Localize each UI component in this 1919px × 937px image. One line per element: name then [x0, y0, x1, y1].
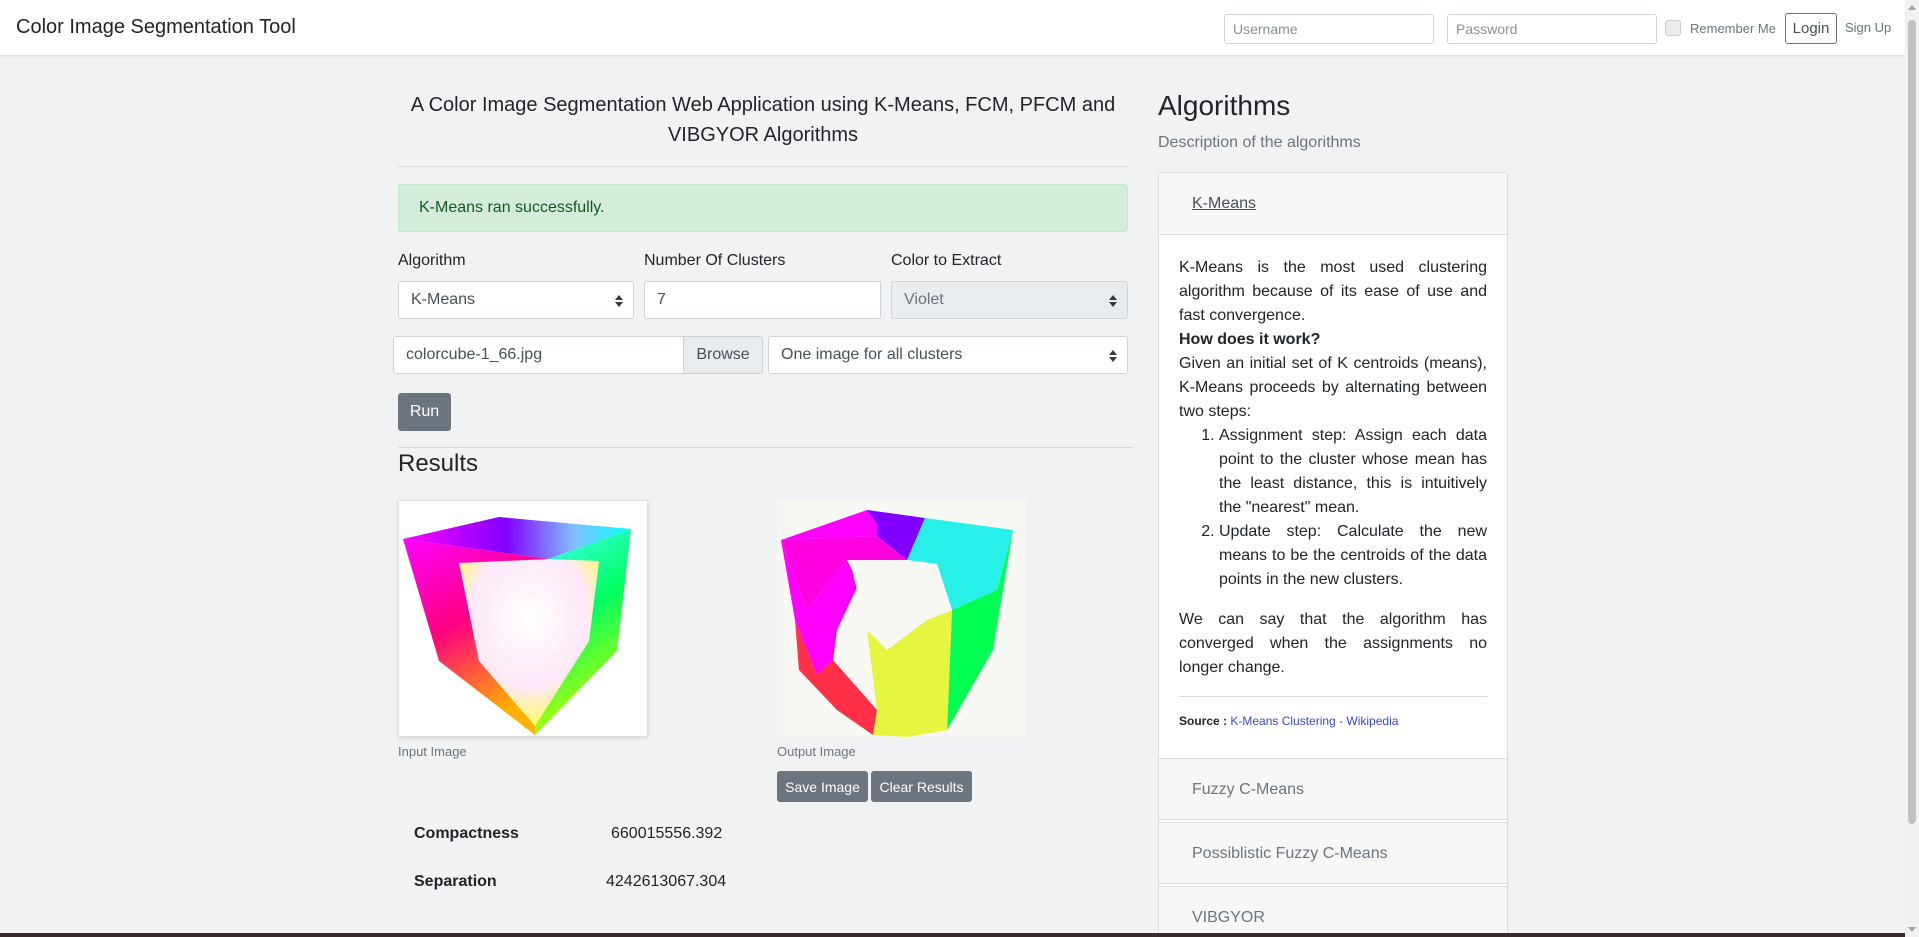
- divider: [398, 447, 1133, 448]
- kmeans-step: Update step: Calculate the new means to …: [1219, 520, 1487, 592]
- brand-title[interactable]: Color Image Segmentation Tool: [16, 16, 296, 39]
- metric-value-separation: 4242613067.304: [606, 873, 727, 890]
- browse-button[interactable]: Browse: [683, 336, 763, 374]
- username-input[interactable]: [1224, 14, 1434, 44]
- scrollbar[interactable]: [1905, 0, 1919, 937]
- output-caption: Output Image: [777, 744, 856, 759]
- accordion-fuzzy-c-means[interactable]: Fuzzy C-Means: [1159, 758, 1507, 820]
- accordion-kmeans[interactable]: K-Means: [1159, 173, 1507, 235]
- clusters-input[interactable]: 7: [644, 281, 881, 319]
- remember-checkbox[interactable]: [1665, 20, 1681, 36]
- metric-value-compactness: 660015556.392: [611, 825, 723, 842]
- page-heading: A Color Image Segmentation Web Applicati…: [398, 90, 1128, 150]
- scroll-down-icon[interactable]: [1908, 927, 1916, 932]
- password-input[interactable]: [1447, 14, 1657, 44]
- color-label: Color to Extract: [891, 252, 1002, 269]
- kmeans-intro: K-Means is the most used clustering algo…: [1179, 259, 1487, 324]
- taskbar-strip: [0, 933, 1905, 937]
- algorithm-label: Algorithm: [398, 252, 466, 269]
- file-input[interactable]: colorcube-1_66.jpg: [393, 336, 684, 374]
- color-value: Violet: [904, 291, 944, 308]
- algorithm-value: K-Means: [411, 291, 476, 308]
- clusters-label: Number Of Clusters: [644, 252, 786, 269]
- algorithms-subtitle: Description of the algorithms: [1158, 134, 1361, 151]
- file-name: colorcube-1_66.jpg: [406, 346, 543, 363]
- kmeans-conclusion: We can say that the algorithm has conver…: [1179, 611, 1487, 676]
- login-button[interactable]: Login: [1785, 13, 1837, 44]
- accordion-possiblistic-fuzzy-c-means[interactable]: Possiblistic Fuzzy C-Means: [1159, 822, 1507, 884]
- run-button[interactable]: Run: [398, 393, 451, 431]
- kmeans-steps: Assignment step: Assign each data point …: [1179, 424, 1487, 592]
- save-image-button[interactable]: Save Image: [777, 771, 868, 802]
- kmeans-description: K-Means is the most used clustering algo…: [1179, 256, 1487, 733]
- algorithm-select[interactable]: K-Means: [398, 281, 634, 319]
- scrollbar-thumb[interactable]: [1908, 20, 1916, 824]
- metric-label-compactness: Compactness: [414, 825, 519, 842]
- remember-me[interactable]: Remember Me: [1665, 20, 1776, 36]
- scroll-up-icon[interactable]: [1908, 5, 1916, 10]
- kmeans-how-text: Given an initial set of K centroids (mea…: [1179, 355, 1487, 420]
- heading-line-2: VIBGYOR Algorithms: [667, 124, 859, 146]
- output-mode-value: One image for all clusters: [781, 346, 963, 363]
- color-select[interactable]: Violet: [891, 281, 1128, 319]
- algorithms-accordion: K-Means K-Means is the most used cluster…: [1158, 172, 1508, 937]
- divider: [398, 166, 1128, 167]
- output-segmented-cube-image: [781, 510, 1013, 737]
- navbar: Color Image Segmentation Tool Remember M…: [0, 0, 1905, 56]
- input-caption: Input Image: [398, 744, 467, 759]
- output-mode-select[interactable]: One image for all clusters: [768, 336, 1128, 374]
- metric-label-separation: Separation: [414, 873, 497, 890]
- kmeans-step: Assignment step: Assign each data point …: [1219, 424, 1487, 520]
- output-image: [777, 500, 1027, 737]
- source-label: Source :: [1179, 714, 1228, 728]
- divider: [1179, 696, 1487, 697]
- clear-results-button[interactable]: Clear Results: [871, 771, 972, 802]
- accordion-vibgyor[interactable]: VIBGYOR: [1159, 886, 1507, 936]
- kmeans-source: Source : K-Means Clustering - Wikipedia: [1179, 709, 1487, 733]
- signup-link[interactable]: Sign Up: [1845, 20, 1891, 35]
- input-color-cube-image: [403, 517, 631, 735]
- clusters-value: 7: [657, 291, 666, 308]
- kmeans-how-title: How does it work?: [1179, 331, 1321, 348]
- success-alert: K-Means ran successfully.: [398, 184, 1128, 232]
- algorithms-title: Algorithms: [1158, 90, 1291, 121]
- heading-line-1: A Color Image Segmentation Web Applicati…: [410, 94, 1116, 116]
- results-title: Results: [398, 450, 479, 477]
- input-image: [398, 500, 648, 737]
- source-link[interactable]: K-Means Clustering - Wikipedia: [1230, 714, 1398, 728]
- remember-label: Remember Me: [1690, 20, 1776, 36]
